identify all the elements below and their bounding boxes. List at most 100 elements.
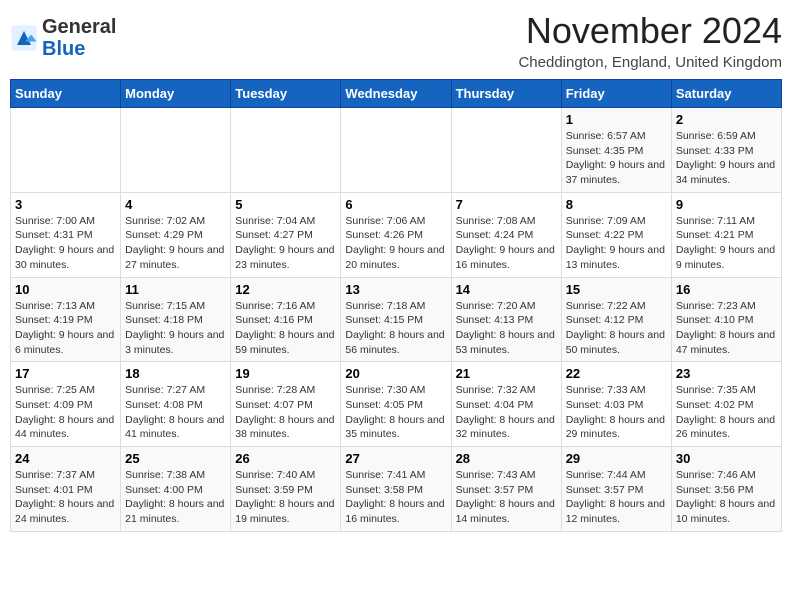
- day-info: Sunrise: 7:33 AMSunset: 4:03 PMDaylight:…: [566, 383, 667, 442]
- day-info: Sunrise: 7:27 AMSunset: 4:08 PMDaylight:…: [125, 383, 226, 442]
- day-number: 9: [676, 197, 777, 212]
- calendar-cell: 7 Sunrise: 7:08 AMSunset: 4:24 PMDaylight…: [451, 192, 561, 277]
- day-info: Sunrise: 7:44 AMSunset: 3:57 PMDaylight:…: [566, 468, 667, 527]
- calendar-header: SundayMondayTuesdayWednesdayThursdayFrid…: [11, 80, 782, 108]
- day-number: 12: [235, 282, 336, 297]
- day-info: Sunrise: 7:41 AMSunset: 3:58 PMDaylight:…: [345, 468, 446, 527]
- day-info: Sunrise: 7:09 AMSunset: 4:22 PMDaylight:…: [566, 214, 667, 273]
- calendar-cell: 9 Sunrise: 7:11 AMSunset: 4:21 PMDaylight…: [671, 192, 781, 277]
- day-number: 28: [456, 451, 557, 466]
- week-row-4: 17Sunrise: 7:25 AMSunset: 4:09 PMDayligh…: [11, 362, 782, 447]
- weekday-header-sunday: Sunday: [11, 80, 121, 108]
- day-number: 1: [566, 112, 667, 127]
- calendar-cell: 24 Sunrise: 7:37 AMSunset: 4:01 PMDayligh…: [11, 447, 121, 532]
- day-number: 25: [125, 451, 226, 466]
- calendar-cell: 22 Sunrise: 7:33 AMSunset: 4:03 PMDayligh…: [561, 362, 671, 447]
- header: General Blue November 2024 Cheddington, …: [10, 10, 782, 71]
- day-info: Sunrise: 7:06 AMSunset: 4:26 PMDaylight:…: [345, 214, 446, 273]
- weekday-header-wednesday: Wednesday: [341, 80, 451, 108]
- week-row-3: 10 Sunrise: 7:13 AMSunset: 4:19 PMDayligh…: [11, 277, 782, 362]
- week-row-2: 3Sunrise: 7:00 AMSunset: 4:31 PMDaylight…: [11, 192, 782, 277]
- weekday-header-monday: Monday: [121, 80, 231, 108]
- calendar-cell: [341, 108, 451, 193]
- day-number: 19: [235, 366, 336, 381]
- day-info: Sunrise: 7:22 AMSunset: 4:12 PMDaylight:…: [566, 299, 667, 358]
- day-number: 17: [15, 366, 116, 381]
- calendar-cell: 4 Sunrise: 7:02 AMSunset: 4:29 PMDaylight…: [121, 192, 231, 277]
- day-info: Sunrise: 7:30 AMSunset: 4:05 PMDaylight:…: [345, 383, 446, 442]
- day-number: 10: [15, 282, 116, 297]
- day-number: 14: [456, 282, 557, 297]
- day-info: Sunrise: 6:57 AMSunset: 4:35 PMDaylight:…: [566, 129, 667, 188]
- calendar-cell: 21 Sunrise: 7:32 AMSunset: 4:04 PMDayligh…: [451, 362, 561, 447]
- day-number: 27: [345, 451, 446, 466]
- calendar-cell: 26 Sunrise: 7:40 AMSunset: 3:59 PMDayligh…: [231, 447, 341, 532]
- day-info: Sunrise: 7:08 AMSunset: 4:24 PMDaylight:…: [456, 214, 557, 273]
- calendar-cell: 13Sunrise: 7:18 AMSunset: 4:15 PMDayligh…: [341, 277, 451, 362]
- calendar-cell: [11, 108, 121, 193]
- calendar: SundayMondayTuesdayWednesdayThursdayFrid…: [10, 79, 782, 532]
- day-number: 24: [15, 451, 116, 466]
- calendar-cell: 6 Sunrise: 7:06 AMSunset: 4:26 PMDaylight…: [341, 192, 451, 277]
- weekday-header-tuesday: Tuesday: [231, 80, 341, 108]
- calendar-cell: 5Sunrise: 7:04 AMSunset: 4:27 PMDaylight…: [231, 192, 341, 277]
- calendar-cell: [121, 108, 231, 193]
- day-info: Sunrise: 7:11 AMSunset: 4:21 PMDaylight:…: [676, 214, 777, 273]
- day-info: Sunrise: 7:38 AMSunset: 4:00 PMDaylight:…: [125, 468, 226, 527]
- calendar-cell: 18 Sunrise: 7:27 AMSunset: 4:08 PMDayligh…: [121, 362, 231, 447]
- day-number: 4: [125, 197, 226, 212]
- logo-text: General Blue: [42, 16, 116, 60]
- location: Cheddington, England, United Kingdom: [518, 54, 782, 71]
- logo-general: General: [42, 16, 116, 38]
- day-number: 2: [676, 112, 777, 127]
- day-number: 23: [676, 366, 777, 381]
- logo: General Blue: [10, 16, 116, 60]
- calendar-cell: 30 Sunrise: 7:46 AMSunset: 3:56 PMDayligh…: [671, 447, 781, 532]
- day-info: Sunrise: 7:16 AMSunset: 4:16 PMDaylight:…: [235, 299, 336, 358]
- calendar-cell: 12 Sunrise: 7:16 AMSunset: 4:16 PMDayligh…: [231, 277, 341, 362]
- day-info: Sunrise: 6:59 AMSunset: 4:33 PMDaylight:…: [676, 129, 777, 188]
- day-info: Sunrise: 7:46 AMSunset: 3:56 PMDaylight:…: [676, 468, 777, 527]
- day-info: Sunrise: 7:43 AMSunset: 3:57 PMDaylight:…: [456, 468, 557, 527]
- day-number: 3: [15, 197, 116, 212]
- title-area: November 2024 Cheddington, England, Unit…: [518, 10, 782, 71]
- calendar-cell: 29Sunrise: 7:44 AMSunset: 3:57 PMDayligh…: [561, 447, 671, 532]
- day-number: 7: [456, 197, 557, 212]
- weekday-header-friday: Friday: [561, 80, 671, 108]
- day-number: 18: [125, 366, 226, 381]
- day-info: Sunrise: 7:20 AMSunset: 4:13 PMDaylight:…: [456, 299, 557, 358]
- calendar-cell: 17Sunrise: 7:25 AMSunset: 4:09 PMDayligh…: [11, 362, 121, 447]
- logo-blue: Blue: [42, 38, 85, 60]
- weekday-header-thursday: Thursday: [451, 80, 561, 108]
- week-row-5: 24 Sunrise: 7:37 AMSunset: 4:01 PMDayligh…: [11, 447, 782, 532]
- calendar-cell: 1 Sunrise: 6:57 AMSunset: 4:35 PMDaylight…: [561, 108, 671, 193]
- day-info: Sunrise: 7:37 AMSunset: 4:01 PMDaylight:…: [15, 468, 116, 527]
- weekday-header-saturday: Saturday: [671, 80, 781, 108]
- calendar-cell: 15 Sunrise: 7:22 AMSunset: 4:12 PMDayligh…: [561, 277, 671, 362]
- day-info: Sunrise: 7:15 AMSunset: 4:18 PMDaylight:…: [125, 299, 226, 358]
- calendar-cell: 16Sunrise: 7:23 AMSunset: 4:10 PMDayligh…: [671, 277, 781, 362]
- day-info: Sunrise: 7:28 AMSunset: 4:07 PMDaylight:…: [235, 383, 336, 442]
- week-row-1: 1 Sunrise: 6:57 AMSunset: 4:35 PMDaylight…: [11, 108, 782, 193]
- day-number: 21: [456, 366, 557, 381]
- logo-icon: [10, 24, 38, 52]
- calendar-cell: 10 Sunrise: 7:13 AMSunset: 4:19 PMDayligh…: [11, 277, 121, 362]
- day-number: 16: [676, 282, 777, 297]
- day-number: 22: [566, 366, 667, 381]
- day-info: Sunrise: 7:18 AMSunset: 4:15 PMDaylight:…: [345, 299, 446, 358]
- day-number: 30: [676, 451, 777, 466]
- calendar-cell: 27 Sunrise: 7:41 AMSunset: 3:58 PMDayligh…: [341, 447, 451, 532]
- calendar-cell: 28 Sunrise: 7:43 AMSunset: 3:57 PMDayligh…: [451, 447, 561, 532]
- day-number: 6: [345, 197, 446, 212]
- day-info: Sunrise: 7:04 AMSunset: 4:27 PMDaylight:…: [235, 214, 336, 273]
- day-info: Sunrise: 7:13 AMSunset: 4:19 PMDaylight:…: [15, 299, 116, 358]
- day-number: 26: [235, 451, 336, 466]
- day-info: Sunrise: 7:40 AMSunset: 3:59 PMDaylight:…: [235, 468, 336, 527]
- day-number: 15: [566, 282, 667, 297]
- calendar-cell: [451, 108, 561, 193]
- day-info: Sunrise: 7:32 AMSunset: 4:04 PMDaylight:…: [456, 383, 557, 442]
- day-info: Sunrise: 7:02 AMSunset: 4:29 PMDaylight:…: [125, 214, 226, 273]
- calendar-cell: 14 Sunrise: 7:20 AMSunset: 4:13 PMDayligh…: [451, 277, 561, 362]
- day-number: 11: [125, 282, 226, 297]
- calendar-body: 1 Sunrise: 6:57 AMSunset: 4:35 PMDaylight…: [11, 108, 782, 532]
